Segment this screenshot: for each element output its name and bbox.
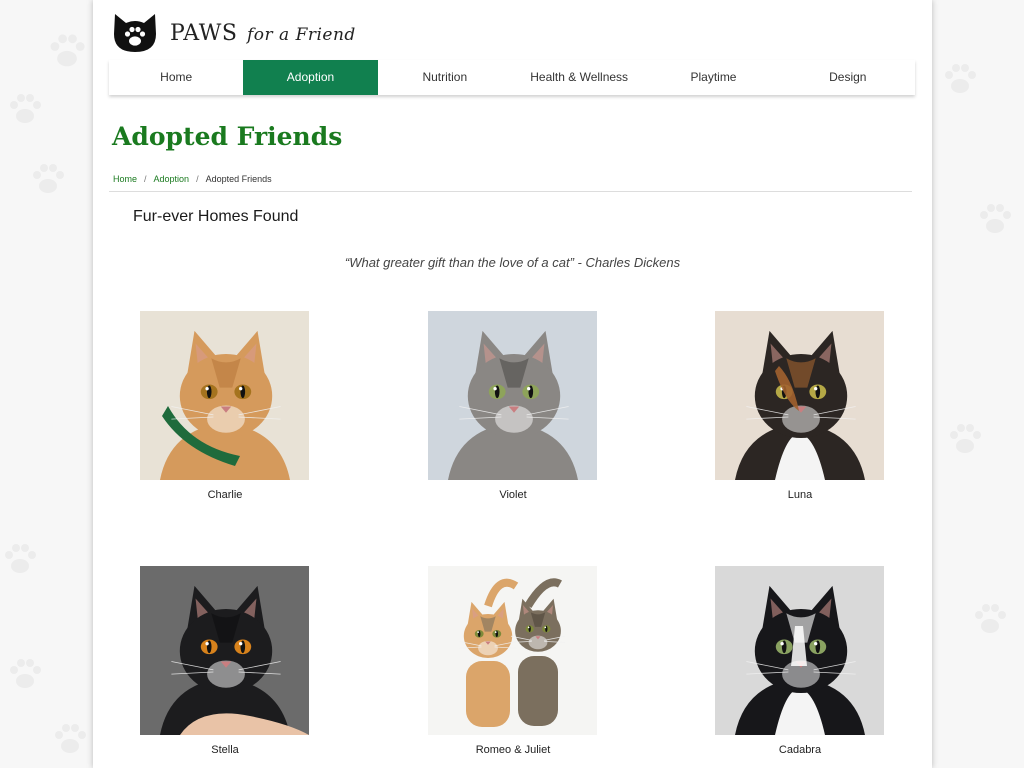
cat-name: Stella [211,744,239,756]
nav-item-design[interactable]: Design [781,60,915,95]
cat-photo[interactable] [715,566,884,735]
paw-print-icon [10,659,41,688]
nav-item-nutrition[interactable]: Nutrition [378,60,512,95]
cat-paw-logo-icon [114,14,156,52]
cat-card[interactable]: Cadabra [715,566,885,756]
cat-name: Cadabra [778,744,822,756]
paw-print-icon [33,164,64,193]
nav-item-health-wellness[interactable]: Health & Wellness [512,60,646,95]
cat-photo[interactable] [140,311,309,480]
page-container: PAWS for a Friend Home Adoption Nutritio… [93,0,932,768]
cat-name: Violet [499,489,527,501]
site-name-rest: for a Friend [246,24,356,45]
paw-print-icon [975,604,1006,633]
paw-print-icon [50,34,85,67]
breadcrumb-separator: / [144,174,147,184]
cat-card[interactable]: Romeo & Juliet [428,566,598,756]
paw-print-icon [980,204,1011,233]
cat-name: Charlie [207,489,243,501]
paw-print-icon [10,94,41,123]
cat-photo[interactable] [140,566,309,735]
cat-name: Romeo & Juliet [475,744,551,756]
header-divider [109,191,912,192]
cat-card[interactable]: Charlie [140,311,310,501]
cat-photo[interactable] [428,311,597,480]
paw-print-icon [55,724,86,753]
nav-item-playtime[interactable]: Playtime [646,60,780,95]
section-heading: Fur-ever Homes Found [133,208,299,225]
cat-photo[interactable] [715,311,884,480]
breadcrumb: Home / Adoption / Adopted Friends [113,174,272,184]
paw-print-icon [950,424,981,453]
paw-print-icon [945,64,976,93]
site-name: PAWS for a Friend [170,21,356,46]
page-title: Adopted Friends [112,122,343,151]
paw-print-icon [5,544,36,573]
nav-item-adoption[interactable]: Adoption [243,60,378,95]
breadcrumb-current: Adopted Friends [205,174,272,184]
nav-item-home[interactable]: Home [109,60,243,95]
cat-card[interactable]: Violet [428,311,598,501]
breadcrumb-separator: / [196,174,199,184]
cat-photo[interactable] [428,566,597,735]
main-navigation: Home Adoption Nutrition Health & Wellnes… [109,60,915,95]
site-logo[interactable]: PAWS for a Friend [112,12,356,54]
cat-card[interactable]: Luna [715,311,885,501]
cat-card[interactable]: Stella [140,566,310,756]
breadcrumb-link-adoption[interactable]: Adoption [154,174,190,184]
site-name-main: PAWS [170,20,238,46]
cat-name: Luna [787,489,813,501]
breadcrumb-link-home[interactable]: Home [113,174,137,184]
quote-text: “What greater gift than the love of a ca… [344,255,681,270]
